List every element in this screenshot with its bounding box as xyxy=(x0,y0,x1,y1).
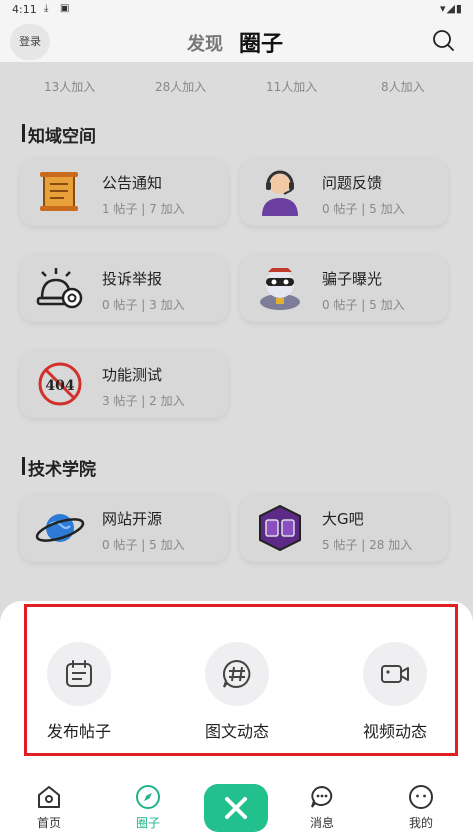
thief-mascot-icon xyxy=(260,268,300,310)
nav-home-label: 首页 xyxy=(36,816,61,830)
nav-circle-label: 圈子 xyxy=(135,816,160,830)
home-icon xyxy=(38,786,60,808)
card-meta: 0 帖子 | 5 加入 xyxy=(322,298,405,312)
nav-home[interactable]: 首页 xyxy=(19,784,79,831)
status-time: 4:11 xyxy=(12,3,37,16)
close-icon xyxy=(225,797,247,819)
join-count: 28人加入 xyxy=(155,80,207,94)
nav-messages[interactable]: 消息 xyxy=(292,784,352,831)
publish-post-button[interactable]: 发布帖子 xyxy=(29,642,129,742)
circle-card-open-source[interactable]: 网站开源 0 帖子 | 5 加入 xyxy=(20,494,228,562)
card-meta: 0 帖子 | 5 加入 xyxy=(102,538,185,552)
profile-face-icon xyxy=(409,785,433,809)
calendar-note-icon xyxy=(66,660,92,687)
bottom-nav: 首页 圈子 消息 我的 xyxy=(0,776,473,840)
video-camera-icon xyxy=(381,665,409,683)
card-name: 投诉举报 xyxy=(102,270,163,288)
card-name: 骗子曝光 xyxy=(322,270,383,288)
login-button[interactable]: 登录 xyxy=(10,24,50,60)
gg-logo-icon xyxy=(259,504,301,552)
planet-icon xyxy=(35,514,85,542)
nav-profile-label: 我的 xyxy=(408,816,433,830)
image-post-circle[interactable] xyxy=(205,642,269,706)
card-name: 功能测试 xyxy=(102,366,163,384)
compass-icon xyxy=(136,785,160,809)
image-post-label: 图文动态 xyxy=(204,722,269,741)
publish-post-label: 发布帖子 xyxy=(46,722,111,741)
svg-text:404: 404 xyxy=(45,378,74,394)
circle-card-announcement[interactable]: 公告通知 1 帖子 | 7 加入 xyxy=(20,158,228,226)
support-agent-icon xyxy=(262,170,298,216)
tab-circle[interactable]: 圈子 xyxy=(239,26,283,58)
circle-card-feedback[interactable]: 问题反馈 0 帖子 | 5 加入 xyxy=(240,158,448,226)
download-icon: ⤓ xyxy=(44,3,49,14)
card-name: 公告通知 xyxy=(102,174,163,192)
video-post-button[interactable]: 视频动态 xyxy=(345,642,445,742)
publish-post-circle[interactable] xyxy=(47,642,111,706)
circle-list[interactable]: 13人加入 28人加入 11人加入 8人加入 知域空间 公告通知 1 帖子 | … xyxy=(0,62,473,602)
card-meta: 5 帖子 | 28 加入 xyxy=(322,538,413,552)
video-post-label: 视频动态 xyxy=(362,722,427,741)
card-meta: 0 帖子 | 5 加入 xyxy=(322,202,405,216)
join-count: 11人加入 xyxy=(266,80,318,94)
circle-card-big-g[interactable]: 大G吧 5 帖子 | 28 加入 xyxy=(240,494,448,562)
join-count: 13人加入 xyxy=(44,80,96,94)
circle-card-report[interactable]: 投诉举报 0 帖子 | 3 加入 xyxy=(20,254,228,322)
section-title: 技术学院 xyxy=(22,455,96,480)
image-post-button[interactable]: 图文动态 xyxy=(187,642,287,742)
nav-circle[interactable]: 圈子 xyxy=(118,784,178,831)
notification-icon: ▣ xyxy=(60,3,70,14)
tab-discover[interactable]: 发现 xyxy=(187,30,223,56)
hashtag-bubble-icon xyxy=(222,659,251,688)
alarm-camera-icon xyxy=(36,268,83,309)
join-count: 8人加入 xyxy=(381,80,425,94)
card-meta: 3 帖子 | 2 加入 xyxy=(102,394,185,408)
top-bar: 登录 发现 圈子 xyxy=(0,20,473,62)
card-name: 网站开源 xyxy=(102,510,163,528)
status-bar: 4:11 ⤓ ▣ ▾◢▮ xyxy=(0,0,473,20)
nav-messages-label: 消息 xyxy=(309,816,334,830)
search-icon[interactable] xyxy=(432,29,454,51)
scroll-icon xyxy=(40,172,78,211)
circle-card-feature-test[interactable]: 404 功能测试 3 帖子 | 2 加入 xyxy=(20,350,228,418)
signal-battery-icon: ▾◢▮ xyxy=(439,2,463,15)
card-meta: 1 帖子 | 7 加入 xyxy=(102,202,185,216)
section-title: 知域空间 xyxy=(22,122,96,147)
video-post-circle[interactable] xyxy=(363,642,427,706)
card-name: 大G吧 xyxy=(322,510,364,528)
close-sheet-button[interactable] xyxy=(204,784,268,832)
no-404-icon: 404 xyxy=(38,362,82,406)
partial-card-row: 13人加入 28人加入 11人加入 8人加入 xyxy=(0,78,473,98)
card-name: 问题反馈 xyxy=(322,174,383,192)
chat-bubble-icon xyxy=(311,785,333,808)
circle-card-scammer[interactable]: 骗子曝光 0 帖子 | 5 加入 xyxy=(240,254,448,322)
nav-profile[interactable]: 我的 xyxy=(391,784,451,831)
card-meta: 0 帖子 | 3 加入 xyxy=(102,298,185,312)
